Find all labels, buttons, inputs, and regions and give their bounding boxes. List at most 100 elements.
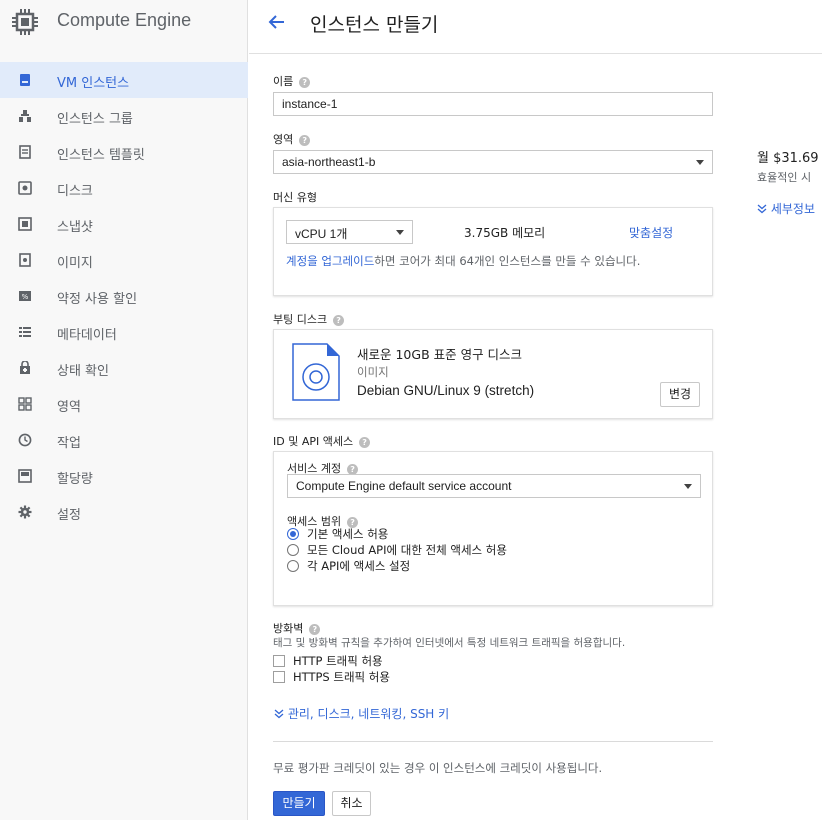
boot-disk-label: 부팅 디스크? bbox=[273, 311, 345, 327]
sidebar-item-label: 인스턴스 그룹 bbox=[57, 112, 133, 127]
dropdown-caret-icon bbox=[684, 484, 692, 489]
change-boot-disk-button[interactable]: 변경 bbox=[660, 382, 700, 407]
sidebar-item-instance-groups[interactable]: 인스턴스 그룹 bbox=[0, 98, 248, 134]
disk-image-icon bbox=[292, 343, 340, 401]
credit-note: 무료 평가판 크레딧이 있는 경우 이 인스턴스에 크레딧이 사용됩니다. bbox=[273, 761, 603, 775]
management-expand-link[interactable]: 관리, 디스크, 네트워킹, SSH 키 bbox=[274, 705, 449, 722]
access-per-api-radio[interactable] bbox=[287, 560, 299, 572]
access-default-radio[interactable] bbox=[287, 528, 299, 540]
image-icon bbox=[19, 253, 31, 267]
double-chevron-down-icon bbox=[274, 709, 284, 719]
upgrade-notice-text: 하면 코어가 최대 64개인 인스턴스를 만들 수 있습니다. bbox=[374, 254, 641, 268]
svg-text:%: % bbox=[22, 293, 29, 301]
sidebar-item-disks[interactable]: 디스크 bbox=[0, 170, 248, 206]
boot-disk-title: 새로운 10GB 표준 영구 디스크 bbox=[357, 347, 523, 362]
sidebar-item-health-checks[interactable]: 상태 확인 bbox=[0, 350, 248, 386]
chip-icon bbox=[12, 9, 38, 35]
dropdown-caret-icon bbox=[396, 230, 404, 235]
monthly-price: 월 $31.69 bbox=[757, 151, 819, 166]
name-input[interactable]: instance-1 bbox=[273, 92, 713, 116]
sidebar-item-label: 설정 bbox=[57, 508, 81, 523]
sidebar-item-snapshots[interactable]: 스냅샷 bbox=[0, 206, 248, 242]
sidebar-item-label: 이미지 bbox=[57, 256, 93, 271]
management-expand-label: 관리, 디스크, 네트워킹, SSH 키 bbox=[287, 707, 450, 721]
customize-link[interactable]: 맞춤설정 bbox=[629, 224, 673, 241]
sidebar-item-operations[interactable]: 작업 bbox=[0, 422, 248, 458]
help-icon[interactable]: ? bbox=[309, 624, 321, 635]
sidebar-item-label: 인스턴스 템플릿 bbox=[57, 148, 145, 163]
sidebar-item-images[interactable]: 이미지 bbox=[0, 242, 248, 278]
help-icon[interactable]: ? bbox=[299, 77, 311, 88]
upgrade-account-link[interactable]: 계정을 업그레이드 bbox=[286, 254, 374, 268]
quotas-icon bbox=[18, 469, 32, 483]
product-header[interactable]: Compute Engine bbox=[0, 0, 248, 44]
health-check-icon bbox=[20, 361, 30, 374]
sidebar-item-settings[interactable]: 설정 bbox=[0, 494, 248, 530]
access-option-label: 각 API에 액세스 설정 bbox=[307, 559, 411, 573]
service-account-value: Compute Engine default service account bbox=[296, 479, 512, 493]
firewall-description: 태그 및 방화벽 규칙을 추가하여 인터넷에서 특정 네트워크 트래픽을 허용합… bbox=[273, 637, 626, 649]
sidebar-item-committed-use[interactable]: % 약정 사용 할인 bbox=[0, 278, 248, 314]
sidebar-nav: VM 인스턴스 인스턴스 그룹 인스턴스 템플릿 디스크 스냅샷 이미지 % 약… bbox=[0, 62, 248, 530]
zone-select[interactable]: asia-northeast1-b bbox=[273, 150, 713, 174]
back-arrow-icon[interactable] bbox=[267, 12, 287, 32]
identity-box: 서비스 계정? Compute Engine default service a… bbox=[273, 451, 713, 606]
name-label: 이름? bbox=[273, 73, 311, 89]
operations-icon bbox=[18, 433, 32, 447]
product-name: Compute Engine bbox=[57, 10, 192, 30]
sidebar-item-label: 메타데이터 bbox=[57, 328, 117, 343]
divider bbox=[273, 741, 713, 742]
help-icon[interactable]: ? bbox=[299, 135, 311, 146]
access-full-radio[interactable] bbox=[287, 544, 299, 556]
sidebar-item-quotas[interactable]: 할당량 bbox=[0, 458, 248, 494]
machine-type-label: 머신 유형 bbox=[273, 191, 317, 204]
access-option-label: 모든 Cloud API에 대한 전체 액세스 허용 bbox=[307, 543, 507, 557]
zone-value: asia-northeast1-b bbox=[282, 155, 376, 169]
page-header: 인스턴스 만들기 bbox=[249, 0, 822, 54]
sidebar-item-label: 약정 사용 할인 bbox=[57, 292, 138, 307]
dropdown-caret-icon bbox=[696, 160, 704, 165]
service-account-select[interactable]: Compute Engine default service account bbox=[287, 474, 701, 498]
vcpu-select[interactable]: vCPU 1개 bbox=[286, 220, 413, 244]
boot-disk-image: Debian GNU/Linux 9 (stretch) bbox=[357, 383, 535, 398]
price-details-link[interactable]: 세부정보 bbox=[757, 200, 815, 217]
help-icon[interactable]: ? bbox=[359, 437, 371, 448]
machine-type-box: vCPU 1개 3.75GB 메모리 맞춤설정 계정을 업그레이드하면 코어가 … bbox=[273, 207, 713, 296]
sidebar-item-label: 작업 bbox=[57, 436, 81, 451]
sidebar-item-label: 스냅샷 bbox=[57, 220, 93, 235]
boot-disk-subtitle: 이미지 bbox=[357, 365, 389, 379]
https-checkbox-label: HTTPS 트래픽 허용 bbox=[293, 670, 390, 684]
cancel-button[interactable]: 취소 bbox=[332, 791, 371, 816]
access-option-label: 기본 액세스 허용 bbox=[307, 527, 389, 541]
sidebar-item-label: 영역 bbox=[57, 400, 81, 415]
help-icon[interactable]: ? bbox=[333, 315, 345, 326]
identity-label: ID 및 API 액세스? bbox=[273, 433, 371, 449]
sidebar-item-zones[interactable]: 영역 bbox=[0, 386, 248, 422]
memory-text: 3.75GB 메모리 bbox=[464, 226, 546, 240]
page-title: 인스턴스 만들기 bbox=[310, 14, 439, 36]
sidebar-item-label: VM 인스턴스 bbox=[57, 76, 130, 91]
http-checkbox[interactable] bbox=[273, 655, 285, 667]
sidebar-item-label: 할당량 bbox=[57, 472, 93, 487]
price-details-label: 세부정보 bbox=[770, 202, 815, 216]
sidebar-item-label: 상태 확인 bbox=[57, 364, 109, 379]
instance-templates-icon bbox=[19, 145, 31, 159]
firewall-label: 방화벽? bbox=[273, 620, 321, 636]
sidebar-item-vm-instances[interactable]: VM 인스턴스 bbox=[0, 62, 248, 98]
create-button[interactable]: 만들기 bbox=[273, 791, 325, 816]
sidebar-item-instance-templates[interactable]: 인스턴스 템플릿 bbox=[0, 134, 248, 170]
sidebar: Compute Engine VM 인스턴스 인스턴스 그룹 인스턴스 템플릿 … bbox=[0, 0, 248, 820]
double-chevron-down-icon bbox=[757, 204, 767, 214]
snapshot-icon bbox=[18, 217, 32, 231]
sidebar-item-metadata[interactable]: 메타데이터 bbox=[0, 314, 248, 350]
upgrade-notice: 계정을 업그레이드하면 코어가 최대 64개인 인스턴스를 만들 수 있습니다. bbox=[286, 253, 640, 269]
zone-label: 영역? bbox=[273, 131, 311, 147]
https-checkbox[interactable] bbox=[273, 671, 285, 683]
hourly-price-note: 효율적인 시 bbox=[757, 171, 812, 184]
zones-icon bbox=[18, 397, 32, 411]
metadata-icon bbox=[19, 327, 31, 337]
vm-instances-icon bbox=[20, 74, 30, 86]
disk-icon bbox=[18, 181, 32, 195]
http-checkbox-label: HTTP 트래픽 허용 bbox=[293, 654, 383, 668]
settings-icon bbox=[18, 505, 32, 519]
